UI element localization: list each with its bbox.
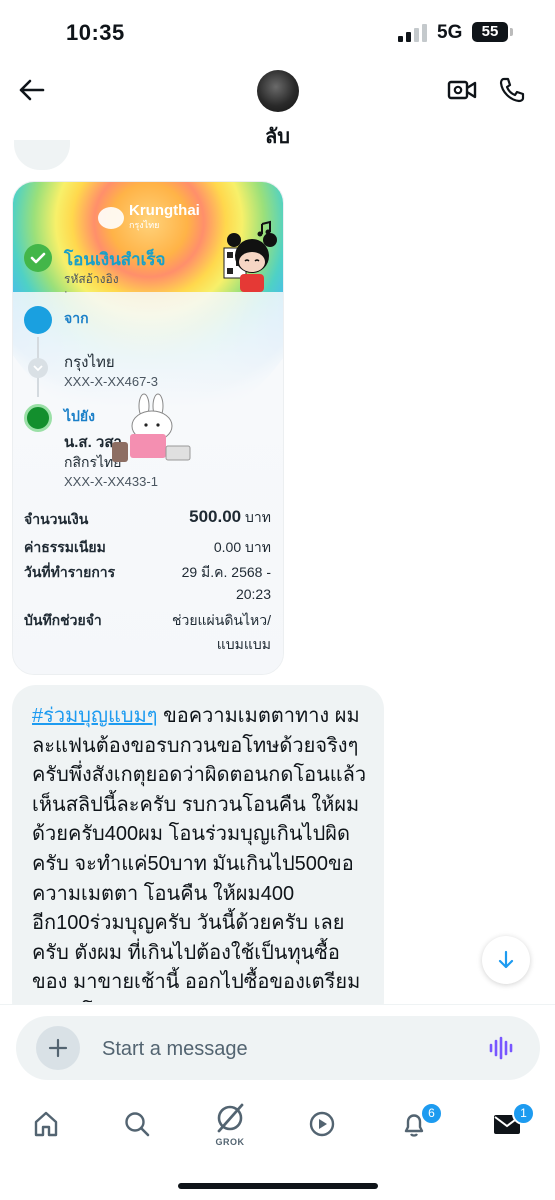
krungthai-icon [24, 306, 52, 334]
slip-fee-value: 0.00 บาท [213, 539, 271, 555]
slip-memo-value: ช่วยแผ่นดินไหว/ [171, 612, 271, 628]
messages-badge: 1 [512, 1102, 535, 1125]
plus-icon [48, 1038, 68, 1058]
chat-name[interactable]: ลับ [0, 120, 555, 152]
search-icon [125, 1112, 150, 1137]
slip-from-account: XXX-X-XX467-3 [64, 374, 158, 389]
slip-fee-label: ค่าธรรมเนียม [24, 539, 106, 555]
slip-memo-value-2: แบมแบม [216, 636, 271, 652]
bank-brand: Krungthai [129, 202, 200, 219]
phone-icon [499, 77, 525, 103]
tab-search[interactable] [117, 1104, 157, 1144]
krungthai-bird-icon [98, 207, 124, 229]
arrow-down-icon [498, 950, 514, 969]
play-icon [309, 1111, 335, 1137]
video-camera-icon [447, 80, 477, 100]
home-icon [34, 1111, 58, 1137]
slip-from-label: จาก [64, 310, 89, 326]
message-input[interactable] [102, 1035, 472, 1063]
kasikorn-icon [24, 404, 52, 432]
slip-memo-label: บันทึกช่วยจำ [24, 612, 102, 628]
previous-message-bubble [14, 140, 70, 170]
voice-call-button[interactable] [494, 72, 530, 108]
bunny-sticker [112, 393, 191, 462]
back-button[interactable] [14, 72, 50, 108]
message-body: ขอความเมตตาทาง ผมละแฟนต้องขอรบกวนขอโทษด้… [32, 705, 367, 1002]
home-indicator [178, 1183, 378, 1189]
slip-to-account: XXX-X-XX433-1 [64, 474, 158, 489]
scroll-to-bottom-button[interactable] [482, 936, 530, 984]
status-time: 10:35 [66, 20, 125, 45]
slip-date-value: 29 มี.ค. 2568 - [181, 564, 271, 580]
slip-amount-unit: บาท [241, 509, 271, 525]
avatar[interactable] [257, 70, 299, 112]
bank-brand-thai: กรุงไทย [129, 220, 160, 230]
tab-home[interactable] [26, 1104, 66, 1144]
message-hashtag[interactable]: #ร่วมบุญแบมๆ [32, 705, 158, 727]
battery-icon: 55 [472, 22, 508, 42]
pucca-sticker [223, 220, 277, 292]
tab-video[interactable] [302, 1104, 342, 1144]
slip-from-bank: กรุงไทย [64, 354, 115, 371]
chevron-down-icon [28, 358, 48, 378]
slip-time-value: 20:23 [235, 586, 271, 602]
grok-icon [217, 1103, 244, 1133]
slip-reference-value: · [64, 286, 68, 298]
slip-date-label: วันที่ทำรายการ [24, 564, 116, 580]
add-media-button[interactable] [36, 1026, 80, 1070]
slip-success-title: โอนเงินสำเร็จ [64, 250, 166, 269]
slip-amount-label: จำนวนเงิน [24, 511, 89, 527]
tab-grok[interactable] [210, 1098, 250, 1138]
slip-amount-number: 500.00 [189, 507, 242, 526]
tab-grok-label: GROK [215, 1137, 245, 1147]
slip-to-label: ไปยัง [64, 408, 95, 424]
notifications-badge: 6 [420, 1102, 443, 1125]
video-call-button[interactable] [444, 72, 480, 108]
voice-message-button[interactable] [486, 1032, 518, 1064]
battery-cap [510, 28, 513, 36]
signal-icon [398, 24, 427, 42]
bank-logo: Krungthai กรุงไทย [98, 202, 200, 232]
network-type: 5G [437, 22, 463, 43]
slip-amount-value: 500.00 บาท [189, 507, 271, 529]
slip-reference-label: รหัสอ้างอิง [64, 272, 119, 286]
audio-waveform-icon [489, 1036, 513, 1060]
message-text: #ร่วมบุญแบมๆ ขอความเมตตาทาง ผมละแฟนต้องข… [32, 702, 372, 1002]
arrow-left-icon [19, 79, 45, 101]
check-icon [24, 244, 52, 272]
